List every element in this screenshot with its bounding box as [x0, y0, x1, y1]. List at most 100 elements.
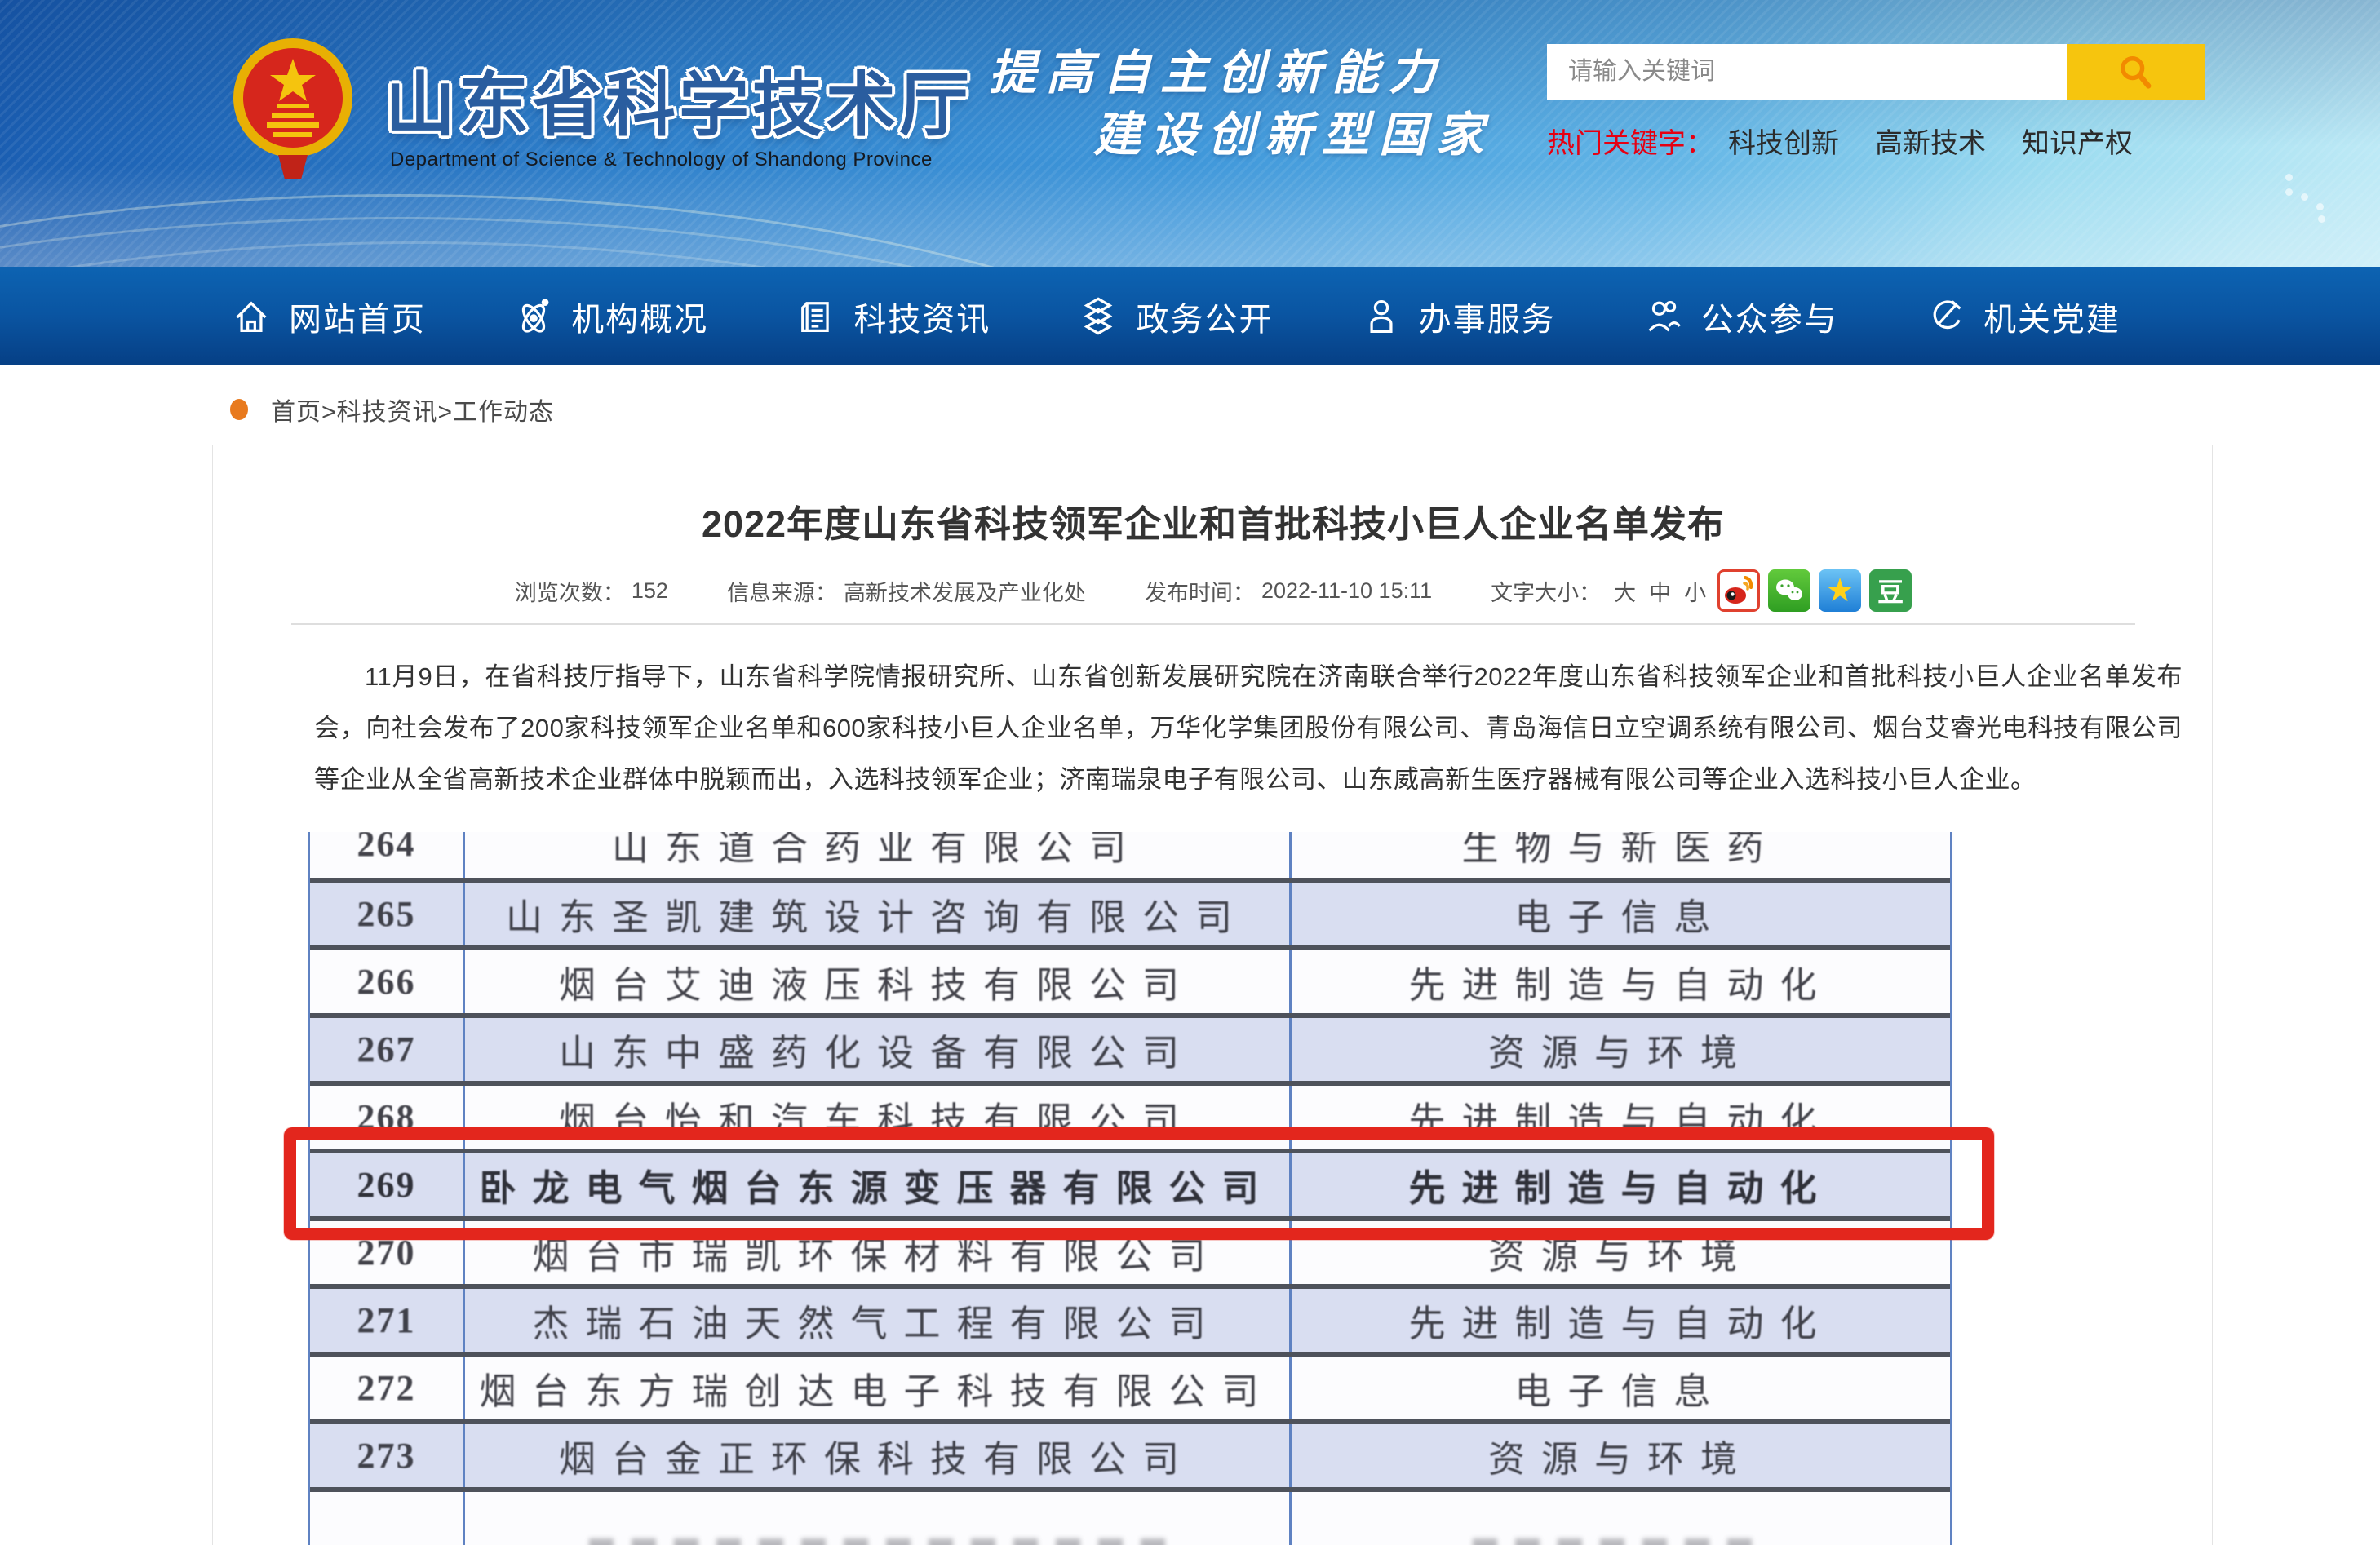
nav-item-label: 机关党建	[1983, 293, 2121, 340]
row-company: 烟台金正环保科技有限公司	[559, 1429, 1195, 1482]
search-icon	[2115, 51, 2157, 93]
company-list-table-image: 264 山东道合药业有限公司 生物与新医药 265 山东圣凯建筑设计咨询有限公司…	[308, 832, 1954, 1545]
nav-item-label: 机构概况	[571, 293, 708, 340]
meta-views: 浏览次数： 152	[515, 575, 668, 607]
row-no: 270	[357, 1232, 416, 1273]
table-row: 266 烟台艾迪液压科技有限公司 先进制造与自动化	[310, 945, 1950, 1013]
table-row: 268 烟台怡和汽车科技有限公司 先进制造与自动化	[310, 1081, 1950, 1149]
fontsize-label: 文字大小：	[1491, 575, 1601, 607]
share-qzone-icon[interactable]: ★	[1819, 569, 1861, 612]
qzone-star-glyph: ★	[1825, 572, 1855, 609]
site-slogan: 提高自主创新能力 建设创新型国家	[989, 42, 1493, 166]
breadcrumb-dot-icon	[230, 399, 248, 420]
source-value: 高新技术发展及产业化处	[844, 575, 1086, 607]
share-douban-icon[interactable]: 豆	[1869, 569, 1912, 612]
hot-keyword-link[interactable]: 知识产权	[2022, 121, 2133, 161]
row-company: 山东道合药业有限公司	[612, 832, 1142, 870]
dot-decor	[2301, 193, 2308, 201]
row-company: 杰瑞石油天然气工程有限公司	[532, 1294, 1221, 1347]
row-category: 先进制造与自动化	[1408, 1091, 1833, 1144]
time-label: 发布时间：	[1145, 575, 1255, 607]
views-value: 152	[632, 578, 668, 604]
share-weibo-icon[interactable]	[1717, 569, 1760, 612]
layers-icon	[1077, 295, 1119, 338]
dot-decor	[2318, 215, 2325, 223]
meta-divider	[291, 623, 2135, 625]
cutoff-text-decor	[589, 1538, 1166, 1545]
row-company: 山东中盛药化设备有限公司	[559, 1023, 1195, 1076]
slogan-line-1: 提高自主创新能力	[989, 42, 1493, 104]
search-input[interactable]	[1547, 44, 2067, 100]
row-no: 269	[357, 1164, 416, 1206]
fontsize-large-button[interactable]: 大	[1614, 575, 1636, 607]
nav-item-news[interactable]: 科技资讯	[795, 293, 991, 340]
fontsize-medium-button[interactable]: 中	[1649, 575, 1671, 607]
hot-keywords-row: 热门关键字： 科技创新 高新技术 知识产权	[1547, 121, 2169, 161]
breadcrumb: 首页>科技资讯>工作动态	[230, 392, 554, 427]
person-icon	[1360, 295, 1403, 338]
weibo-glyph	[1721, 573, 1757, 609]
home-icon	[230, 295, 273, 338]
time-value: 2022-11-10 15:11	[1261, 578, 1432, 604]
hot-keyword-link[interactable]: 科技创新	[1728, 121, 1839, 161]
nav-item-label: 办事服务	[1419, 293, 1556, 340]
scan-table: 264 山东道合药业有限公司 生物与新医药 265 山东圣凯建筑设计咨询有限公司…	[308, 832, 1952, 1545]
row-category: 资源与环境	[1488, 1226, 1753, 1279]
site-header: 山东省科学技术厅 Department of Science & Technol…	[0, 0, 2380, 267]
meta-source: 信息来源： 高新技术发展及产业化处	[727, 575, 1086, 607]
douban-glyph: 豆	[1877, 572, 1904, 609]
nav-item-home[interactable]: 网站首页	[230, 293, 426, 340]
nav-item-label: 网站首页	[289, 293, 426, 340]
article-body: 11月9日，在省科技厅指导下，山东省科学院情报研究所、山东省创新发展研究院在济南…	[314, 651, 2183, 805]
share-wechat-icon[interactable]	[1768, 569, 1810, 612]
row-no: 267	[357, 1029, 416, 1070]
page: 山东省科学技术厅 Department of Science & Technol…	[0, 0, 2380, 1545]
row-no: 264	[357, 832, 416, 865]
fontsize-small-button[interactable]: 小	[1684, 575, 1706, 607]
row-category: 先进制造与自动化	[1408, 1294, 1833, 1347]
row-no: 265	[357, 893, 416, 935]
row-no: 272	[357, 1367, 416, 1409]
search-button[interactable]	[2067, 44, 2205, 100]
row-company: 烟台怡和汽车科技有限公司	[559, 1091, 1195, 1144]
dot-decor	[2285, 174, 2293, 181]
row-category: 先进制造与自动化	[1408, 955, 1833, 1008]
party-icon	[1925, 295, 1967, 338]
nav-item-participation[interactable]: 公众参与	[1642, 293, 1838, 340]
nav-item-gov-affairs[interactable]: 政务公开	[1077, 293, 1273, 340]
row-company: 卧龙电气烟台东源变压器有限公司	[479, 1158, 1274, 1211]
dot-decor	[2316, 203, 2324, 210]
article-title: 2022年度山东省科技领军企业和首批科技小巨人企业名单发布	[213, 494, 2214, 547]
table-row: 271 杰瑞石油天然气工程有限公司 先进制造与自动化	[310, 1284, 1950, 1352]
nav-item-party-building[interactable]: 机关党建	[1925, 293, 2121, 340]
nav-item-services[interactable]: 办事服务	[1360, 293, 1556, 340]
atom-icon	[512, 295, 555, 338]
row-category: 资源与环境	[1488, 1429, 1753, 1482]
table-row: 273 烟台金正环保科技有限公司 资源与环境	[310, 1419, 1950, 1487]
nav-item-label: 政务公开	[1136, 293, 1273, 340]
row-no: 271	[357, 1299, 416, 1341]
search-box	[1547, 44, 2205, 100]
hot-keywords-label: 热门关键字：	[1547, 121, 1713, 161]
table-row: 272 烟台东方瑞创达电子科技有限公司 电子信息	[310, 1352, 1950, 1419]
table-row: 270 烟台市瑞凯环保材料有限公司 资源与环境	[310, 1216, 1950, 1284]
row-category: 资源与环境	[1488, 1023, 1753, 1076]
row-company: 山东圣凯建筑设计咨询有限公司	[506, 888, 1248, 941]
dot-decor	[2285, 188, 2293, 196]
site-subtitle: Department of Science & Technology of Sh…	[390, 148, 1010, 171]
row-company: 烟台市瑞凯环保材料有限公司	[532, 1226, 1221, 1279]
breadcrumb-links[interactable]: 首页>科技资讯>工作动态	[271, 392, 554, 427]
nav-item-about[interactable]: 机构概况	[512, 293, 708, 340]
row-no: 273	[357, 1435, 416, 1476]
meta-fontsize: 文字大小： 大 中 小	[1491, 575, 1706, 607]
hot-keyword-link[interactable]: 高新技术	[1875, 121, 1986, 161]
people-icon	[1642, 295, 1685, 338]
table-row-highlighted: 269 卧龙电气烟台东源变压器有限公司 先进制造与自动化	[310, 1149, 1950, 1216]
national-emblem-logo	[231, 34, 355, 183]
nav-item-label: 公众参与	[1701, 293, 1838, 340]
nav-item-label: 科技资讯	[853, 293, 991, 340]
row-category: 电子信息	[1514, 1361, 1726, 1414]
table-row: 264 山东道合药业有限公司 生物与新医药	[310, 832, 1950, 878]
source-label: 信息来源：	[727, 575, 837, 607]
table-row: 267 山东中盛药化设备有限公司 资源与环境	[310, 1013, 1950, 1081]
